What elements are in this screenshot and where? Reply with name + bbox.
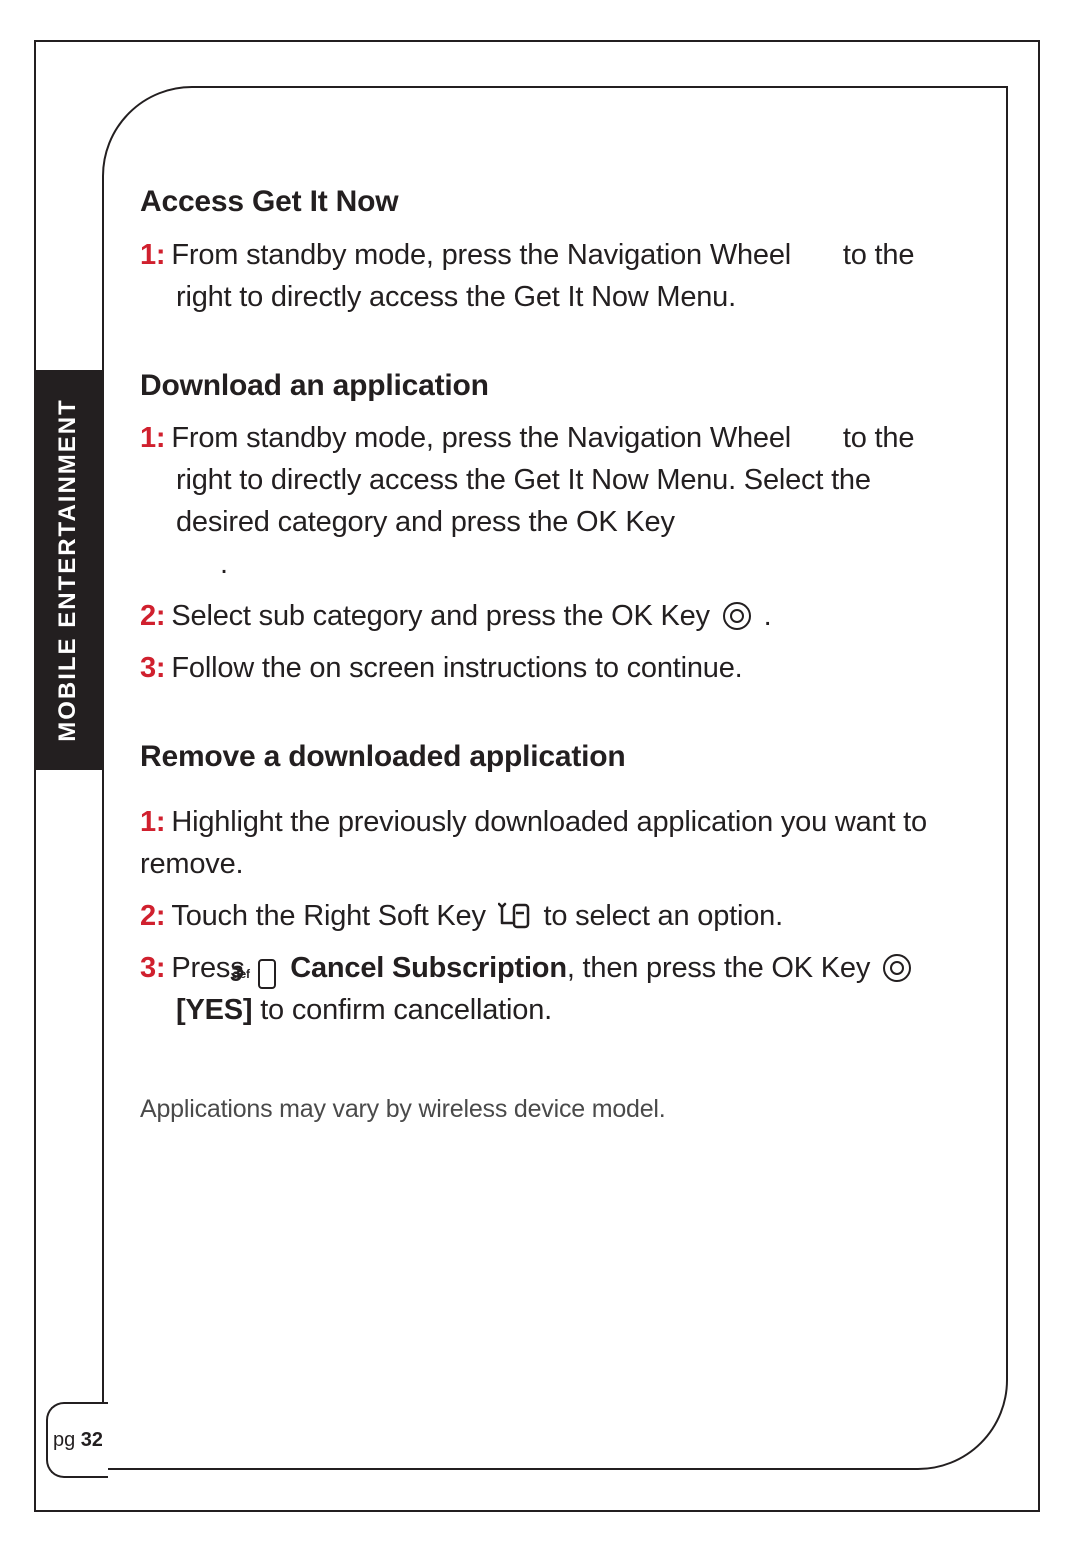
manual-page: MOBILE ENTERTAINMENT Access Get It Now 1… (0, 0, 1080, 1552)
step-text: From standby mode, press the Navigation … (171, 239, 791, 271)
step-1: 1:Highlight the previously downloaded ap… (140, 801, 958, 885)
step-3: 3:Follow the on screen instructions to c… (140, 647, 958, 689)
step-text: to confirm cancellation. (252, 994, 552, 1026)
step-text: From standby mode, press the Navigation … (171, 422, 791, 454)
footnote: Applications may vary by wireless device… (140, 1091, 958, 1127)
step-2: 2:Touch the Right Soft Key to select an … (140, 895, 958, 937)
step-text: to select an option. (544, 900, 783, 932)
step-number: 3: (140, 652, 165, 684)
right-soft-key-icon (498, 901, 532, 931)
step-text: Select sub category and press the OK Key (171, 600, 709, 632)
section-heading: Remove a downloaded application (140, 735, 958, 779)
step-number: 1: (140, 422, 165, 454)
step-3: 3:Press 3def Cancel Subscription, then p… (140, 947, 958, 1031)
side-tab-label: MOBILE ENTERTAINMENT (54, 398, 82, 742)
section-heading: Download an application (140, 364, 958, 408)
step-number: 1: (140, 806, 165, 838)
content-panel: Access Get It Now 1:From standby mode, p… (102, 86, 1008, 1470)
page-number: pg 32 (53, 1429, 103, 1452)
section-download-app: Download an application 1:From standby m… (140, 364, 958, 690)
step-2: 2:Select sub category and press the OK K… (140, 595, 958, 637)
section-access-get-it-now: Access Get It Now 1:From standby mode, p… (140, 180, 958, 318)
step-number: 2: (140, 900, 165, 932)
yes-label: [YES] (176, 994, 252, 1026)
section-heading: Access Get It Now (140, 180, 958, 224)
step-text: Highlight the previously downloaded appl… (140, 806, 927, 880)
step-text: Touch the Right Soft Key (171, 900, 485, 932)
step-number: 3: (140, 952, 165, 984)
step-text: , then press the OK Key (567, 952, 870, 984)
page-number-tab: pg 32 (46, 1402, 108, 1478)
step-1: 1:From standby mode, press the Navigatio… (140, 417, 958, 585)
step-text: Follow the on screen instructions to con… (171, 652, 742, 684)
content: Access Get It Now 1:From standby mode, p… (140, 180, 958, 1127)
ok-key-icon (882, 953, 912, 983)
ok-key-icon (722, 601, 752, 631)
step-number: 1: (140, 239, 165, 271)
cancel-subscription-label: Cancel Subscription (290, 952, 567, 984)
section-remove-app: Remove a downloaded application 1:Highli… (140, 735, 958, 1031)
period: . (764, 600, 772, 632)
step-1: 1:From standby mode, press the Navigatio… (140, 234, 958, 318)
step-number: 2: (140, 600, 165, 632)
period: . (220, 548, 228, 580)
key-3def-icon: 3def (258, 959, 276, 989)
side-tab: MOBILE ENTERTAINMENT (34, 370, 102, 770)
